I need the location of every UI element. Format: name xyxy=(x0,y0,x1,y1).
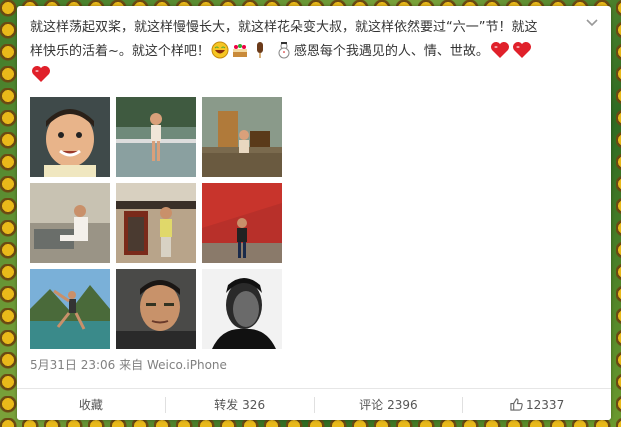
photo-thumb-6[interactable] xyxy=(202,183,282,263)
weibo-post-card: 就这样荡起双桨，就这样慢慢长大，就这样花朵变大叔，就这样依然要过“六一”节！就这… xyxy=(17,6,611,420)
comment-label: 评论 xyxy=(359,398,384,412)
photo-thumb-8[interactable] xyxy=(116,269,196,349)
favorite-label: 收藏 xyxy=(78,398,103,412)
comment-count: 2396 xyxy=(387,398,418,412)
post-meta: 5月31日 23:06 来自 Weico.iPhone xyxy=(30,356,227,373)
photo-thumb-1[interactable] xyxy=(30,97,110,177)
post-text-line1: 就这样荡起双桨，就这样慢慢长大，就这样花朵变大叔，就这样依然要过“六一”节！就这 xyxy=(30,20,538,35)
photo-thumb-2[interactable] xyxy=(116,97,196,177)
like-count: 12337 xyxy=(526,398,565,412)
photo-thumb-7[interactable] xyxy=(30,269,110,349)
red-heart-icon xyxy=(32,66,50,82)
photo-thumb-9[interactable] xyxy=(202,269,282,349)
post-text-part-a: 样快乐的活着~。就这个样吧！ xyxy=(30,44,210,59)
action-bar: 收藏 转发 326 评论 2396 12337 xyxy=(17,388,611,420)
photo-thumb-4[interactable] xyxy=(30,183,110,263)
post-text: 就这样荡起双桨，就这样慢慢长大，就这样花朵变大叔，就这样依然要过“六一”节！就这… xyxy=(30,16,588,88)
favorite-button[interactable]: 收藏 xyxy=(17,397,166,413)
like-button[interactable]: 12337 xyxy=(463,397,611,413)
laughing-face-icon xyxy=(211,41,229,59)
post-timestamp[interactable]: 5月31日 23:06 xyxy=(30,358,115,372)
thumbs-up-icon xyxy=(510,398,523,411)
post-text-line2: 样快乐的活着~。就这个样吧！ 感恩每个我遇见的人、情、世故。 xyxy=(30,40,588,64)
photo-thumb-3[interactable] xyxy=(202,97,282,177)
photo-thumb-5[interactable] xyxy=(116,183,196,263)
popsicle-icon xyxy=(256,42,263,58)
repost-count: 326 xyxy=(242,398,266,412)
cake-icon xyxy=(232,44,247,57)
repost-button[interactable]: 转发 326 xyxy=(166,397,315,413)
repost-label: 转发 xyxy=(214,398,239,412)
red-heart-icon xyxy=(490,42,509,58)
source-prefix: 来自 xyxy=(119,358,144,372)
post-text-line3 xyxy=(30,64,588,88)
comment-button[interactable]: 评论 2396 xyxy=(315,397,464,413)
red-heart-icon xyxy=(512,42,531,58)
snowman-icon xyxy=(278,42,290,59)
post-text-part-b: 感恩每个我遇见的人、情、世故。 xyxy=(293,44,489,59)
source-link[interactable]: Weico.iPhone xyxy=(147,358,227,372)
